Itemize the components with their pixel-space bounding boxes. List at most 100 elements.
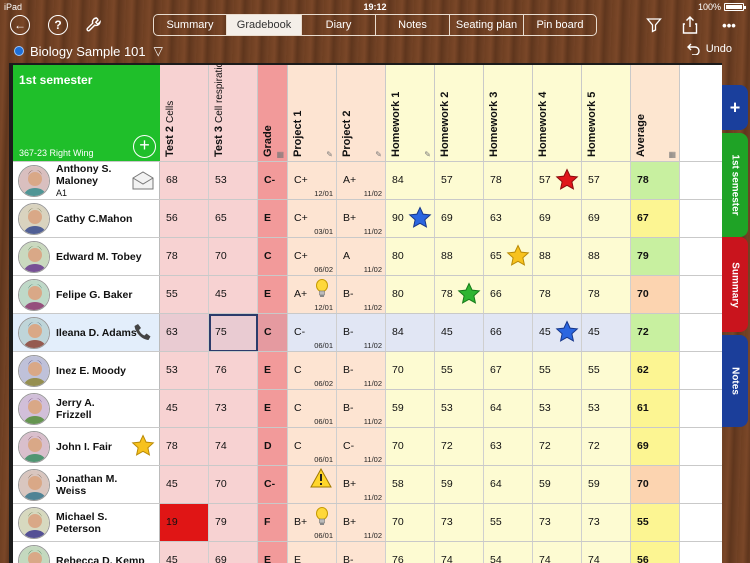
grade-cell[interactable]: 70 bbox=[631, 466, 680, 504]
student-row[interactable]: Michael S. Peterson 19 79 F B+ 06/01 B+ 11/02 70… bbox=[13, 503, 722, 542]
avatar[interactable] bbox=[18, 431, 50, 463]
grade-cell[interactable]: 70 bbox=[386, 352, 435, 390]
column-header[interactable]: Homework 5 bbox=[582, 65, 631, 161]
grade-cell[interactable]: B+ 11/02 bbox=[337, 504, 386, 542]
grade-cell[interactable]: 78 bbox=[484, 162, 533, 200]
grade-cell[interactable]: 70 bbox=[631, 276, 680, 314]
grade-cell[interactable]: 80 bbox=[386, 276, 435, 314]
grade-cell[interactable]: 63 bbox=[484, 200, 533, 238]
avatar[interactable] bbox=[18, 545, 50, 563]
grade-cell[interactable]: 69 bbox=[533, 200, 582, 238]
grade-cell[interactable]: F bbox=[258, 504, 288, 542]
star-icon[interactable] bbox=[131, 434, 155, 458]
grade-cell[interactable]: 55 bbox=[533, 352, 582, 390]
grade-cell[interactable]: E bbox=[258, 200, 288, 238]
grade-cell[interactable]: 79 bbox=[209, 504, 258, 542]
grade-cell[interactable]: C+ 12/01 bbox=[288, 162, 337, 200]
grade-cell[interactable]: 59 bbox=[386, 390, 435, 428]
back-icon[interactable]: ← bbox=[10, 15, 30, 35]
grade-cell[interactable]: 64 bbox=[484, 390, 533, 428]
grade-cell[interactable]: C- 06/01 bbox=[288, 314, 337, 352]
grade-cell[interactable]: B- bbox=[337, 542, 386, 563]
grade-cell[interactable]: 62 bbox=[631, 352, 680, 390]
student-row[interactable]: Jerry A. Frizzell 45 73 E C 06/01 B- 11/02 59 53 6… bbox=[13, 389, 722, 428]
grade-cell[interactable]: B- 11/02 bbox=[337, 390, 386, 428]
grade-cell[interactable]: 45 bbox=[160, 542, 209, 563]
grade-cell[interactable]: 67 bbox=[631, 200, 680, 238]
grade-cell[interactable]: 70 bbox=[386, 428, 435, 466]
grade-cell[interactable]: 19 bbox=[160, 504, 209, 542]
grade-cell[interactable]: 67 bbox=[484, 352, 533, 390]
grade-cell[interactable]: 78 bbox=[582, 276, 631, 314]
grade-cell[interactable]: 66 bbox=[484, 314, 533, 352]
grade-cell[interactable]: 78 bbox=[631, 162, 680, 200]
tab-notes-side[interactable]: Notes bbox=[722, 335, 748, 427]
grade-cell[interactable]: 78 bbox=[160, 238, 209, 276]
grade-cell[interactable]: 45 bbox=[435, 314, 484, 352]
grade-cell[interactable]: B- 11/02 bbox=[337, 314, 386, 352]
grade-cell[interactable]: 53 bbox=[160, 352, 209, 390]
grade-cell[interactable]: 53 bbox=[533, 390, 582, 428]
student-name-cell[interactable]: Ileana D. Adams bbox=[13, 314, 160, 352]
tab-gradebook[interactable]: Gradebook bbox=[227, 15, 302, 35]
grade-cell[interactable]: D bbox=[258, 428, 288, 466]
grade-cell[interactable]: 69 bbox=[631, 428, 680, 466]
grade-cell[interactable]: 45 bbox=[209, 276, 258, 314]
grade-cell[interactable]: B- 11/02 bbox=[337, 352, 386, 390]
grade-cell[interactable]: 74 bbox=[533, 542, 582, 563]
column-header[interactable]: Test 3 Cell respiration bbox=[209, 65, 258, 161]
grade-cell[interactable]: 63 bbox=[484, 428, 533, 466]
grade-cell[interactable]: 72 bbox=[631, 314, 680, 352]
student-row[interactable]: John I. Fair 78 74 D C 06/01 C- 11/02 70 72 63 72 72… bbox=[13, 427, 722, 466]
grade-cell[interactable]: 76 bbox=[209, 352, 258, 390]
student-name-cell[interactable]: Jonathan M. Weiss bbox=[13, 466, 160, 504]
grade-cell[interactable]: C bbox=[258, 314, 288, 352]
student-name-cell[interactable]: Edward M. Tobey bbox=[13, 238, 160, 276]
avatar[interactable] bbox=[18, 469, 50, 501]
grade-cell[interactable]: 55 bbox=[435, 352, 484, 390]
grade-cell[interactable]: 56 bbox=[160, 200, 209, 238]
tab-diary[interactable]: Diary bbox=[302, 15, 376, 35]
grade-cell[interactable]: C- bbox=[258, 162, 288, 200]
grade-cell[interactable]: 78 bbox=[160, 428, 209, 466]
grade-cell[interactable]: 70 bbox=[386, 504, 435, 542]
undo-button[interactable]: Undo bbox=[686, 43, 732, 55]
student-row[interactable]: Ileana D. Adams 63 75 C C- 06/01 B- 11/02 84 45 66… bbox=[13, 313, 722, 352]
grade-cell[interactable]: 63 bbox=[160, 314, 209, 352]
envelope-icon[interactable] bbox=[131, 168, 155, 192]
grade-cell[interactable]: E bbox=[258, 542, 288, 563]
grade-cell[interactable]: E bbox=[258, 390, 288, 428]
tab-summary-side[interactable]: Summary bbox=[722, 237, 748, 332]
add-tab-button[interactable]: + bbox=[722, 85, 748, 130]
grade-cell[interactable]: A 11/02 bbox=[337, 238, 386, 276]
grade-cell[interactable]: 58 bbox=[386, 466, 435, 504]
student-row[interactable]: Rebecca D. Kemp 45 69 E E B- 76 74 54 74 74 56 bbox=[13, 541, 722, 563]
avatar[interactable] bbox=[18, 241, 50, 273]
grade-cell[interactable]: 79 bbox=[631, 238, 680, 276]
column-header[interactable]: Homework 1 ✎ bbox=[386, 65, 435, 161]
grade-cell[interactable]: 53 bbox=[435, 390, 484, 428]
grade-cell[interactable]: 45 bbox=[160, 466, 209, 504]
student-name-cell[interactable]: Rebecca D. Kemp bbox=[13, 542, 160, 563]
phone-icon[interactable] bbox=[131, 320, 155, 344]
grade-cell[interactable]: 69 bbox=[582, 200, 631, 238]
grade-cell[interactable]: 72 bbox=[582, 428, 631, 466]
grade-cell[interactable]: 73 bbox=[533, 504, 582, 542]
column-header[interactable]: Homework 2 bbox=[435, 65, 484, 161]
grade-cell[interactable]: 84 bbox=[386, 162, 435, 200]
student-name-cell[interactable]: Anthony S. Maloney A1 bbox=[13, 162, 160, 200]
grade-cell[interactable]: C+ 03/01 bbox=[288, 200, 337, 238]
grade-cell[interactable]: 72 bbox=[533, 428, 582, 466]
grade-cell[interactable]: 66 bbox=[484, 276, 533, 314]
grade-cell[interactable]: 78 bbox=[533, 276, 582, 314]
grade-cell[interactable]: 53 bbox=[582, 390, 631, 428]
avatar[interactable] bbox=[18, 355, 50, 387]
grade-cell[interactable]: E bbox=[288, 542, 337, 563]
grade-cell[interactable]: 88 bbox=[582, 238, 631, 276]
grade-cell[interactable]: C+ 06/02 bbox=[288, 238, 337, 276]
student-name-cell[interactable]: Michael S. Peterson bbox=[13, 504, 160, 542]
student-row[interactable]: Anthony S. Maloney A1 68 53 C- C+ 12/01 A+ 11/02… bbox=[13, 161, 722, 200]
add-student-button[interactable]: + bbox=[133, 135, 156, 158]
grade-cell[interactable]: B+ 11/02 bbox=[337, 466, 386, 504]
grade-cell[interactable]: 75 bbox=[209, 314, 258, 352]
